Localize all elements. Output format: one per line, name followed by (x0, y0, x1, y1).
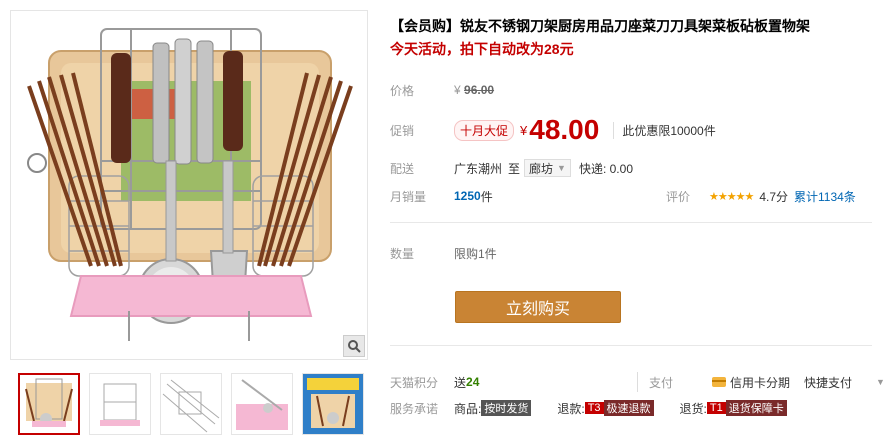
original-price: ¥ 96.00 (454, 83, 494, 97)
sales-row: 月销量 1250 件 评价 ★★★★★ 4.7分 累计1134条 (390, 186, 884, 206)
rating-summary: ★★★★★ 4.7分 累计1134条 (709, 188, 856, 205)
service-return-label: 退货: (679, 401, 707, 416)
price-currency: ¥ (454, 83, 461, 97)
product-title: 【会员购】锐友不锈钢刀架厨房用品刀座菜刀刀具架菜板砧板置物架 (390, 18, 810, 34)
quantity-label: 数量 (390, 246, 415, 261)
credit-card-icon (712, 377, 726, 387)
sales-count: 1250 (454, 189, 481, 203)
promo-line: 今天活动，拍下自动改为28元 (390, 41, 574, 57)
shipping-origin: 广东潮州 (454, 161, 503, 176)
service-return-badge[interactable]: 退货保障卡 (725, 400, 787, 416)
destination-select[interactable]: 廊坊 ▼ (524, 159, 571, 177)
product-gallery (10, 10, 368, 443)
credit-installment[interactable]: 信用卡分期 (712, 374, 790, 391)
shipping-fee: 快递: 0.00 (578, 161, 633, 176)
service-goods-badge[interactable]: 按时发货 (481, 400, 532, 416)
thumbnail-image (25, 378, 73, 427)
thumbnail-2[interactable] (89, 373, 151, 435)
main-product-image[interactable] (10, 10, 368, 360)
points-prefix: 送 (454, 375, 467, 390)
points-payment-row: 天猫积分 送 24 支付 信用卡分期 快捷支付 ▼ (390, 372, 884, 392)
rating-score: 4.7分 (759, 189, 788, 204)
rating-total-link[interactable]: 累计1134条 (794, 188, 856, 205)
product-info: 【会员购】锐友不锈钢刀架厨房用品刀座菜刀刀具架菜板砧板置物架 今天活动，拍下自动… (378, 10, 884, 443)
service-label: 服务承诺 (390, 401, 439, 416)
shipping-to: 至 (508, 161, 521, 176)
quantity-limit: 限购1件 (454, 246, 497, 261)
buy-now-button[interactable]: 立刻购买 (455, 291, 621, 323)
divider (637, 372, 638, 392)
thumbnail-5[interactable] (302, 373, 364, 435)
chevron-down-icon[interactable]: ▼ (876, 377, 884, 387)
payment-label: 支付 (649, 375, 674, 390)
thumbnail-image (162, 379, 220, 433)
promo-row: 促销 十月大促 ¥ 48.00 此优惠限10000件 (390, 113, 716, 147)
sales-label: 月销量 (390, 189, 427, 204)
service-goods-label: 商品: (454, 401, 482, 416)
promo-tag: 十月大促 (454, 119, 515, 141)
credit-installment-label: 信用卡分期 (730, 375, 791, 390)
zoom-button[interactable] (343, 335, 365, 357)
quick-pay-label[interactable]: 快捷支付 (804, 374, 852, 391)
points-label: 天猫积分 (390, 375, 439, 390)
service-refund-badge[interactable]: 极速退款 (603, 400, 654, 416)
thumbnail-3[interactable] (160, 373, 222, 435)
thumbnail-image (100, 383, 140, 426)
shipping-row: 配送 广东潮州 至 廊坊 ▼ 快递: 0.00 (390, 158, 633, 178)
service-row: 服务承诺 商品: 按时发货 退款: T3 极速退款 退货: T1 退货保障卡 (390, 398, 787, 418)
service-refund-label: 退款: (557, 401, 585, 416)
thumbnail-1[interactable] (18, 373, 80, 435)
thumbnail-4[interactable] (231, 373, 293, 435)
service-return-t-badge: T1 (706, 402, 726, 414)
promo-limit-note: 此优惠限10000件 (613, 121, 716, 139)
rating-stars: ★★★★★ (709, 190, 754, 203)
magnifier-icon (348, 340, 361, 353)
thumbnail-strip (18, 373, 364, 437)
promo-currency: ¥ (520, 122, 528, 138)
price-value: 96.00 (464, 83, 495, 97)
rating-label: 评价 (666, 189, 691, 204)
divider (390, 345, 872, 346)
sales-unit: 件 (480, 189, 493, 204)
points-value: 24 (466, 375, 480, 389)
knife-rack-illustration (27, 28, 353, 341)
service-refund-t-badge: T3 (584, 402, 604, 414)
thumbnail-image (236, 379, 288, 430)
destination-value: 廊坊 (529, 161, 554, 176)
price-label: 价格 (390, 83, 415, 98)
promo-price: 48.00 (529, 114, 600, 145)
chevron-down-icon: ▼ (557, 163, 566, 173)
shipping-label: 配送 (390, 161, 415, 176)
promo-label: 促销 (390, 123, 415, 138)
quantity-row: 数量 限购1件 (390, 243, 497, 263)
price-row: 价格 ¥ 96.00 (390, 80, 494, 100)
thumbnail-image (303, 374, 363, 434)
divider (390, 222, 872, 223)
price-box: 价格 ¥ 96.00 促销 十月大促 ¥ 48.00 此优惠限10000件 配送… (378, 68, 884, 218)
